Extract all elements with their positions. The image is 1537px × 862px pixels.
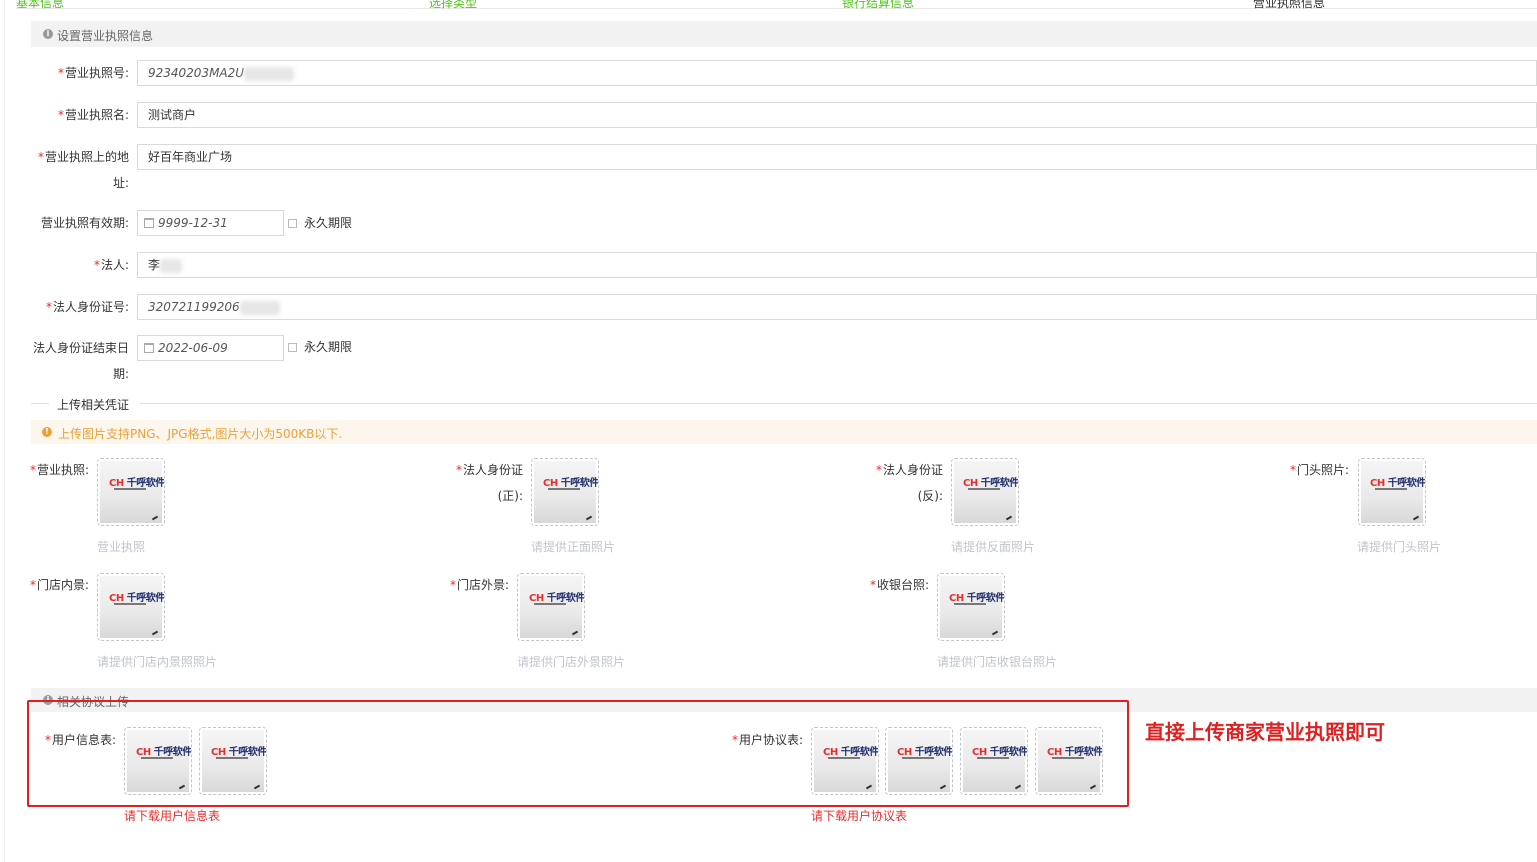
legal-person-label: *法人: — [93, 258, 129, 272]
upload-storefront-image[interactable]: CH 千呼软件 — [1358, 458, 1426, 526]
upload-label-id-back: *法人身份证(反): — [875, 463, 943, 503]
upload-hint-exterior: 请提供门店外景照片 — [517, 655, 626, 669]
calendar-icon — [144, 218, 154, 228]
upload-hint-cashier: 请提供门店收银台照片 — [937, 655, 1058, 669]
legal-person-input[interactable]: 李 — [137, 252, 1537, 278]
upload-interior-image[interactable]: CH 千呼软件 — [97, 573, 165, 641]
upload-id-back-image[interactable]: CH 千呼软件 — [951, 458, 1019, 526]
left-border — [4, 0, 5, 862]
upload-hint-id-front: 请提供正面照片 — [531, 540, 616, 554]
legal-id-label: *法人身份证号: — [45, 300, 129, 314]
download-user-agreement-link[interactable]: 请下载用户协议表 — [811, 807, 907, 824]
upload-tip-text: 上传图片支持PNG、JPG格式,图片大小为500KB以下. — [58, 427, 343, 441]
license-section-header: i 设置营业执照信息 — [31, 21, 1537, 47]
upload-cashier-image[interactable]: CH 千呼软件 — [937, 573, 1005, 641]
legal-id-forever-label: 永久期限 — [304, 340, 353, 354]
license-forever-label: 永久期限 — [304, 216, 353, 230]
upload-hint-storefront: 请提供门头照片 — [1357, 540, 1442, 554]
annotation-text: 直接上传商家营业执照即可 — [1145, 720, 1385, 744]
legal-id-end-label: 法人身份证结束日期: — [32, 341, 129, 381]
upload-hint-id-back: 请提供反面照片 — [951, 540, 1036, 554]
page: 基本信息 选择类型 银行结算信息 营业执照信息 i 设置营业执照信息 *营业执照… — [0, 0, 1537, 862]
upload-section-title: 上传相关凭证 — [57, 398, 130, 412]
download-user-info-link[interactable]: 请下载用户信息表 — [124, 807, 220, 824]
license-forever-checkbox[interactable] — [288, 219, 297, 228]
upload-label-cashier: *收银台照: — [870, 578, 930, 592]
license-name-label: *营业执照名: — [57, 108, 129, 122]
upload-tip-alert: ! 上传图片支持PNG、JPG格式,图片大小为500KB以下. — [31, 420, 1537, 444]
license-addr-input[interactable]: 好百年商业广场 — [137, 144, 1537, 170]
upload-label-license: *营业执照: — [30, 463, 90, 477]
upload-label-storefront: *门头照片: — [1289, 463, 1349, 477]
legal-id-end-date-picker[interactable]: 2022-06-09 — [137, 335, 284, 361]
step-basic-info[interactable]: 基本信息 — [16, 0, 64, 11]
upload-hint-interior: 请提供门店内景照照片 — [97, 655, 218, 669]
calendar-icon — [144, 343, 154, 353]
legal-id-input[interactable]: 320721199206 — [137, 294, 1537, 320]
info-icon: i — [43, 29, 53, 39]
step-bank-info[interactable]: 银行结算信息 — [842, 0, 914, 11]
license-no-label: *营业执照号: — [57, 66, 129, 80]
upload-label-exterior: *门店外景: — [450, 578, 510, 592]
divider-line-left — [31, 403, 49, 404]
license-no-input[interactable]: 92340203MA2U — [137, 60, 1537, 86]
upload-exterior-image[interactable]: CH 千呼软件 — [517, 573, 585, 641]
license-addr-label: *营业执照上的地址: — [37, 150, 129, 190]
step-select-type[interactable]: 选择类型 — [429, 0, 477, 11]
license-name-input[interactable]: 测试商户 — [137, 102, 1537, 128]
license-valid-date-picker[interactable]: 9999-12-31 — [137, 210, 284, 236]
license-section-title: 设置营业执照信息 — [57, 29, 154, 43]
upload-label-id-front: *法人身份证(正): — [455, 463, 523, 503]
upload-label-interior: *门店内景: — [30, 578, 90, 592]
divider-line-right — [140, 403, 1537, 404]
license-valid-label: 营业执照有效期: — [40, 216, 129, 230]
step-license-info[interactable]: 营业执照信息 — [1253, 0, 1325, 11]
steps-bar: 基本信息 选择类型 银行结算信息 营业执照信息 — [16, 0, 1537, 11]
annotation-highlight-box — [27, 700, 1129, 807]
upload-license-image[interactable]: CH 千呼软件 — [97, 458, 165, 526]
upload-id-front-image[interactable]: CH 千呼软件 — [531, 458, 599, 526]
upload-hint-license: 营业执照 — [97, 540, 146, 554]
warning-icon: ! — [42, 427, 52, 437]
legal-id-forever-checkbox[interactable] — [288, 343, 297, 352]
